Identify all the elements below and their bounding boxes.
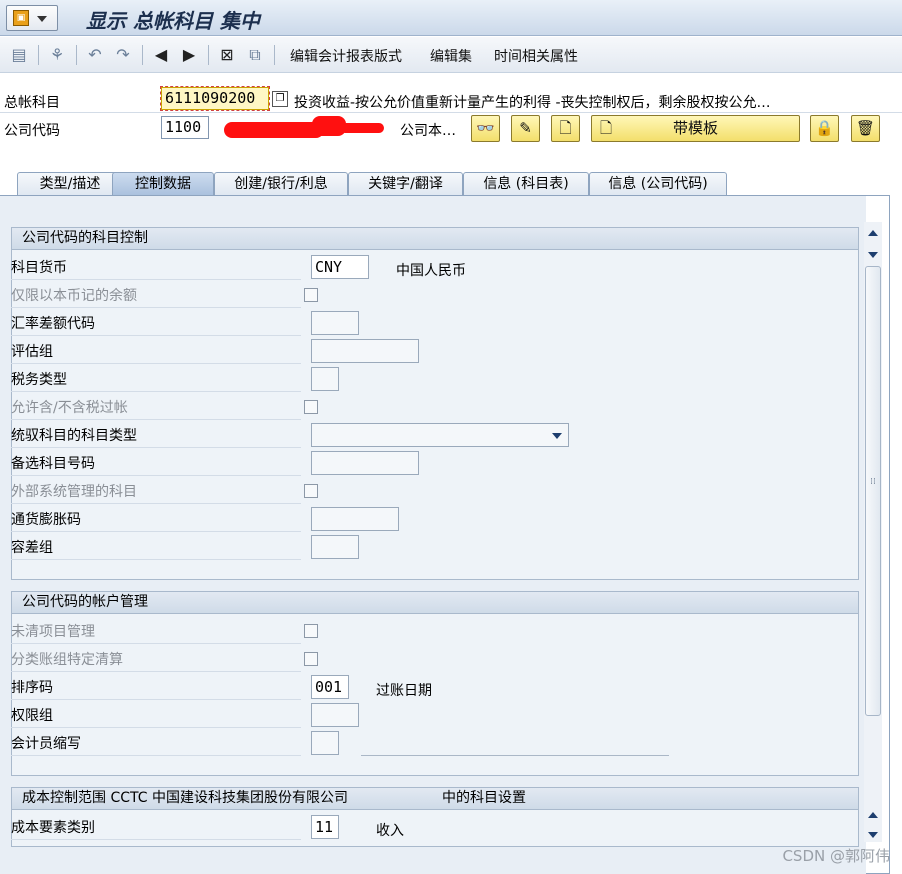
group-title-suffix: 中的科目设置 <box>442 790 526 806</box>
alternative-account-input[interactable] <box>311 451 419 475</box>
clerk-description-line <box>361 755 669 756</box>
local-currency-only-label: 仅限以本币记的余额 <box>11 285 301 308</box>
local-currency-only-checkbox[interactable] <box>304 288 318 302</box>
gl-account-label: 总帐科目 <box>4 95 60 111</box>
lock-button[interactable]: 🔒 <box>810 115 839 142</box>
tab-info-company-code[interactable]: 信息 (公司代码) <box>589 172 727 196</box>
scroll-down-icon[interactable] <box>868 832 878 838</box>
chevron-down-icon <box>552 433 562 439</box>
scroll-down-icon[interactable] <box>868 252 878 258</box>
scroll-up-icon[interactable] <box>868 812 878 818</box>
ledger-group-clearing-label: 分类账组特定清算 <box>11 649 301 672</box>
accounting-clerk-label: 会计员缩写 <box>11 733 301 756</box>
exchange-diff-key-label: 汇率差额代码 <box>11 313 301 336</box>
sort-key-input[interactable]: 001 <box>311 675 349 699</box>
open-item-management-label: 未清项目管理 <box>11 621 301 644</box>
group-title-prefix: 成本控制范围 CCTC 中国建设科技集团股份有限公司 <box>22 790 348 806</box>
sort-key-description: 过账日期 <box>376 683 432 699</box>
accounting-clerk-input[interactable] <box>311 731 339 755</box>
account-currency-label: 科目货币 <box>11 257 301 280</box>
glasses-icon: 👓 <box>476 119 495 137</box>
delete-flag-icon[interactable]: ⊠ <box>216 44 238 66</box>
tolerance-group-input[interactable] <box>311 535 359 559</box>
recon-account-type-select[interactable] <box>311 423 569 447</box>
next-icon[interactable]: ▶ <box>178 44 200 66</box>
redaction-mark <box>340 123 384 133</box>
cost-element-category-label: 成本要素类别 <box>11 817 301 840</box>
open-item-management-checkbox[interactable] <box>304 624 318 638</box>
gl-account-description: 投资收益-按公允价值重新计量产生的利得 -丧失控制权后，剩余股权按公允… <box>294 95 771 111</box>
trash-icon: 🗑 <box>855 119 876 137</box>
group-title: 成本控制范围 CCTC 中国建设科技集团股份有限公司 中的科目设置 <box>12 788 858 810</box>
copy-icon[interactable]: ❐ <box>272 91 288 107</box>
valuation-group-label: 评估组 <box>11 341 301 364</box>
ledger-group-clearing-checkbox[interactable] <box>304 652 318 666</box>
inflation-key-label: 通货膨胀码 <box>11 509 301 532</box>
scrollbar-thumb[interactable]: ⁞⁞ <box>865 266 881 716</box>
account-currency-description: 中国人民币 <box>396 263 466 279</box>
document-icon: 🗋 <box>600 119 613 137</box>
valuation-group-input[interactable] <box>311 339 419 363</box>
recon-account-type-label: 统驭科目的科目类型 <box>11 425 301 448</box>
exchange-diff-key-input[interactable] <box>311 311 359 335</box>
gl-account-input[interactable]: 6111090200 <box>160 86 270 111</box>
with-template-button[interactable]: 🗋 带模板 <box>591 115 800 142</box>
glasses-button[interactable]: 👓 <box>471 115 500 142</box>
sort-key-label: 排序码 <box>11 677 301 700</box>
clipboard-icon[interactable]: ▤ <box>8 44 30 66</box>
posting-without-tax-checkbox[interactable] <box>304 400 318 414</box>
system-menu-button[interactable]: ▣ <box>6 5 58 31</box>
externally-managed-label: 外部系统管理的科目 <box>11 481 301 504</box>
tax-category-input[interactable] <box>311 367 339 391</box>
posting-without-tax-label: 允许含/不含税过帐 <box>11 397 301 420</box>
application-toolbar: ▤ ⚘ ↶ ↷ ◀ ▶ ⊠ ⧉ 编辑会计报表版式 编辑集 时间相关属性 <box>0 37 902 73</box>
redo-icon[interactable]: ↷ <box>112 44 134 66</box>
menu-edit-report-format[interactable]: 编辑会计报表版式 <box>290 46 402 66</box>
edit-button[interactable]: ✎ <box>511 115 540 142</box>
tab-strip: 类型/描述 控制数据 创建/银行/利息 关键字/翻译 信息 (科目表) 信息 (… <box>0 172 902 196</box>
company-code-input[interactable]: 1100 <box>161 116 209 139</box>
tab-control-data[interactable]: 控制数据 <box>112 172 214 196</box>
lock-icon: 🔒 <box>815 119 834 137</box>
display-copy-icon[interactable]: ⧉ <box>244 44 266 66</box>
tolerance-group-label: 容差组 <box>11 537 301 560</box>
watermark: CSDN @郭阿伟 <box>782 847 890 865</box>
chevron-down-icon <box>37 16 47 22</box>
company-code-label: 公司代码 <box>4 123 60 139</box>
hierarchy-icon[interactable]: ⚘ <box>46 44 68 66</box>
cost-element-category-description: 收入 <box>376 823 404 839</box>
menu-time-attributes[interactable]: 时间相关属性 <box>494 46 578 66</box>
cost-element-category-input[interactable]: 11 <box>311 815 339 839</box>
tab-info-chart-of-accounts[interactable]: 信息 (科目表) <box>463 172 589 196</box>
company-code-description: 公司本… <box>400 123 456 139</box>
authorization-group-input[interactable] <box>311 703 359 727</box>
externally-managed-checkbox[interactable] <box>304 484 318 498</box>
group-title: 公司代码的科目控制 <box>12 228 858 250</box>
vertical-scrollbar[interactable]: ⁞⁞ <box>864 222 882 842</box>
account-currency-input[interactable]: CNY <box>311 255 369 279</box>
create-button[interactable]: 🗋 <box>551 115 580 142</box>
with-template-label: 带模板 <box>672 119 718 137</box>
title-bar: ▣ 显示 总帐科目 集中 <box>0 0 902 36</box>
group-title: 公司代码的帐户管理 <box>12 592 858 614</box>
previous-icon[interactable]: ◀ <box>150 44 172 66</box>
menu-edit-set[interactable]: 编辑集 <box>430 46 472 66</box>
tax-category-label: 税务类型 <box>11 369 301 392</box>
page-title: 显示 总帐科目 集中 <box>86 9 260 33</box>
delete-button[interactable]: 🗑 <box>851 115 880 142</box>
authorization-group-label: 权限组 <box>11 705 301 728</box>
document-icon: 🗋 <box>559 119 572 137</box>
undo-icon[interactable]: ↶ <box>84 44 106 66</box>
sap-menu-icon: ▣ <box>13 10 29 26</box>
tab-type-description[interactable]: 类型/描述 <box>17 172 123 196</box>
tab-create-bank-interest[interactable]: 创建/银行/利息 <box>214 172 348 196</box>
redaction-mark <box>224 122 324 138</box>
pencil-icon: ✎ <box>519 119 532 137</box>
inflation-key-input[interactable] <box>311 507 399 531</box>
scroll-up-icon[interactable] <box>868 230 878 236</box>
alternative-account-label: 备选科目号码 <box>11 453 301 476</box>
tab-keyword-translation[interactable]: 关键字/翻译 <box>348 172 463 196</box>
